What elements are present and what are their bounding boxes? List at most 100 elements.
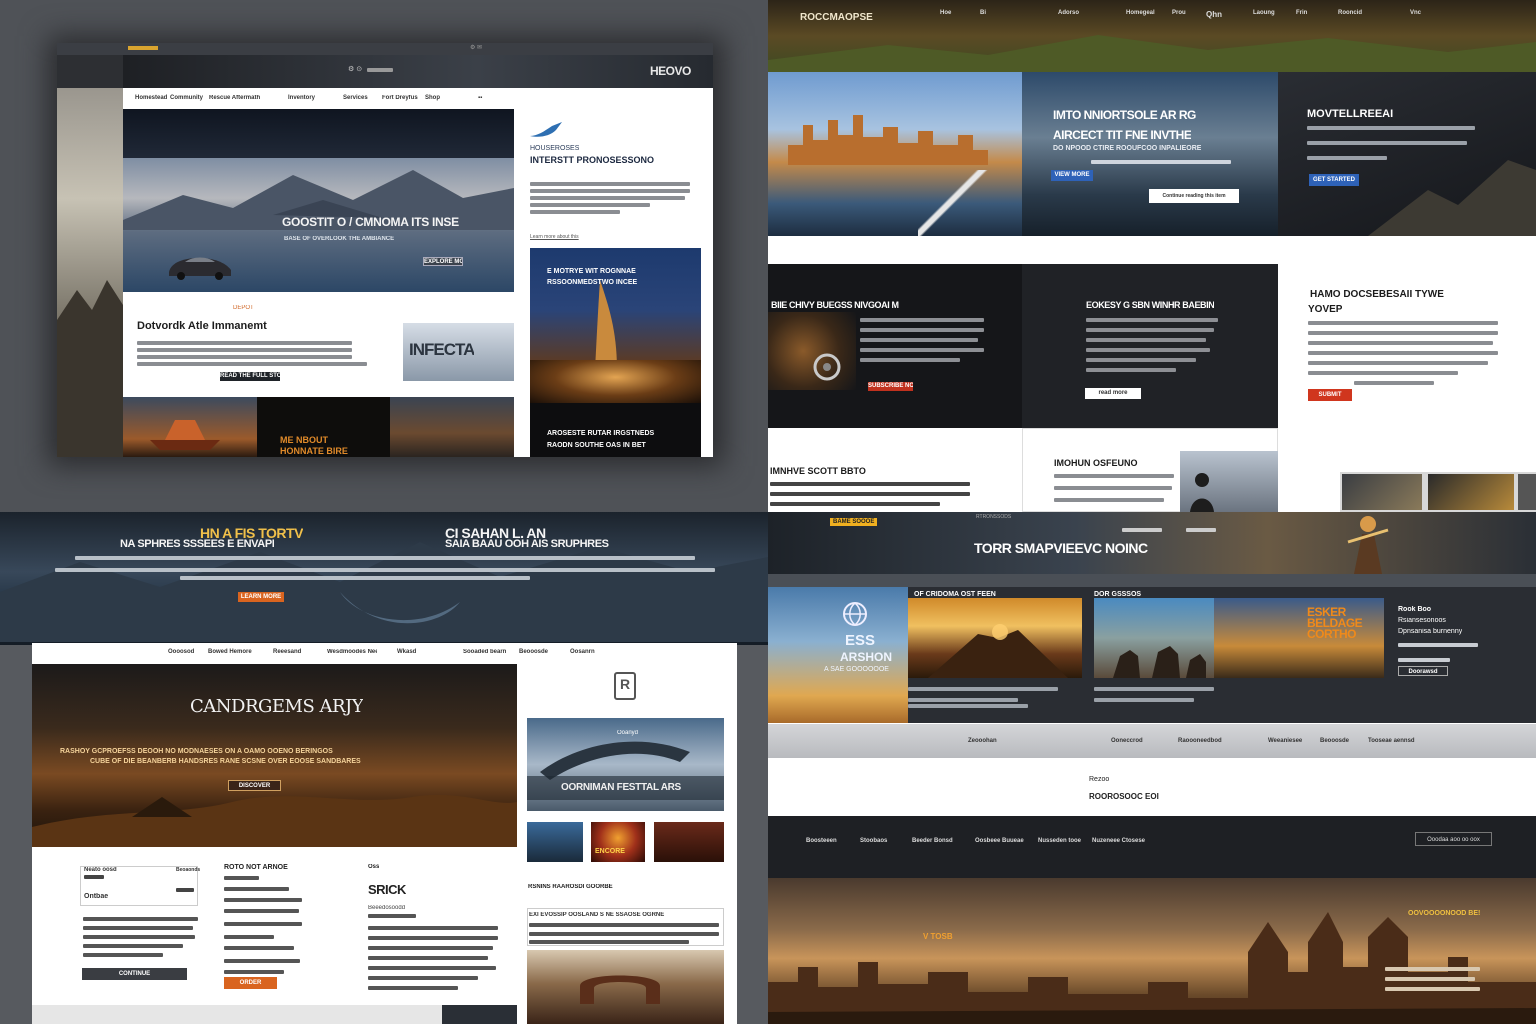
col1-line (176, 888, 194, 892)
nav-item[interactable]: Laoung (1253, 10, 1275, 16)
nav-item[interactable]: Community (170, 95, 203, 101)
nav-item[interactable]: Oooosod (168, 649, 194, 655)
city-lights (530, 360, 701, 403)
strip-thumb[interactable] (1342, 474, 1422, 510)
col2-line (224, 970, 284, 974)
dark-nav-button[interactable]: Ooodaa aoo oo oox (1415, 832, 1492, 846)
side-card-text-2: RSSOONMEDSTWO INCEE (547, 279, 638, 286)
hero1-continue-button[interactable]: Continue reading this item (1149, 189, 1239, 203)
header-text-line (367, 68, 393, 72)
row3-mid-line (1054, 474, 1174, 478)
gray-nav-band (768, 724, 1536, 758)
nav-item[interactable]: Frin (1296, 10, 1307, 16)
thumb-warriors[interactable] (654, 822, 724, 862)
city-text-2: OOVOOOONOOD BE! (1408, 910, 1481, 917)
banner-learn-button[interactable]: LEARN MORE (238, 592, 284, 602)
row2-mid-line (1086, 338, 1206, 342)
brand-logo[interactable]: HEOVO (650, 64, 691, 78)
nav-item[interactable]: Hoe (940, 10, 951, 16)
main-discover-button[interactable]: DISCOVER (228, 780, 281, 791)
dark-nav-item[interactable]: Oosbeee Buueae (975, 838, 1024, 844)
nav-item[interactable]: Beooosde (519, 649, 548, 655)
nav-item[interactable]: Vnc (1410, 10, 1421, 16)
dark-nav-item[interactable]: Nuzeneee Ctosese (1092, 838, 1145, 844)
badge[interactable]: BAME SOOOE (830, 518, 878, 526)
row2-mid-read-button[interactable]: read more (1085, 388, 1141, 399)
topbar-icons[interactable]: ⚙ ✉ (470, 44, 482, 51)
side-text-1: Rook Boo (1398, 606, 1432, 613)
nav-item[interactable]: Bi (980, 10, 986, 16)
dark-nav-item[interactable]: Beeder Bonsd (912, 838, 953, 844)
hero2-text-line (1307, 141, 1467, 145)
row3-mid-line (1054, 498, 1164, 502)
strip-thumb[interactable] (1518, 474, 1536, 510)
nav-item[interactable]: Adorso (1058, 10, 1079, 16)
browser-tab[interactable] (128, 46, 158, 50)
card2-title: DOR GSSSOS (1094, 591, 1142, 598)
nav-item[interactable]: Reeesand (273, 649, 301, 655)
dark-nav-item[interactable]: Stoobaos (860, 838, 887, 844)
gray-nav-item[interactable]: Tooseae aennsd (1368, 738, 1415, 744)
side-line (1398, 658, 1450, 662)
nav-item[interactable]: Bowed Hemore (208, 649, 252, 655)
col2-line (224, 909, 299, 913)
col2-order-button[interactable]: ORDER (224, 977, 277, 989)
thumb-soldier[interactable] (527, 822, 583, 862)
nav-item[interactable]: Shop (425, 95, 440, 101)
hero1-view-button[interactable]: VIEW MORE (1051, 170, 1093, 181)
nav-item[interactable]: Prou (1172, 10, 1186, 16)
section-read-button[interactable]: READ THE FULL STORY (220, 372, 280, 381)
nav-item[interactable]: Sooaded bearn (463, 649, 511, 655)
main-desc-2: CUBE OF DIE BEANBERB HANDSRES RANE SCSNE… (90, 758, 361, 765)
row2-mid-line (1086, 328, 1214, 332)
card1-line (908, 704, 1028, 708)
dark-nav-item[interactable]: Nusseden tooe (1038, 838, 1081, 844)
thumb-boat[interactable] (390, 397, 514, 457)
col2-line (224, 935, 274, 939)
nav-item[interactable]: Homegeal (1126, 10, 1155, 16)
nav-item[interactable]: Wkasd (397, 649, 416, 655)
city-text-line (1385, 987, 1480, 991)
row2-left-line (860, 348, 984, 352)
hero2-start-button[interactable]: GET STARTED (1309, 174, 1359, 186)
col3-line (368, 986, 458, 990)
nav-item[interactable]: Qhn (1206, 10, 1222, 19)
row3-left-line (770, 482, 970, 486)
section-text-line (137, 348, 352, 352)
row2-left-subscribe-button[interactable]: SUBSCRIBE NOW (868, 382, 913, 391)
coast-image (1022, 72, 1278, 236)
side-button[interactable]: Doorawsd (1398, 666, 1448, 676)
hero-title-left-2: NA SPHRES SSSEES E ENVAPI (120, 538, 275, 550)
gray-nav-item[interactable]: Raoooneedbod (1178, 738, 1222, 744)
gray-nav-item[interactable]: Zeooohan (968, 738, 997, 744)
globe-logo-icon (843, 602, 867, 626)
banner-mountains (0, 542, 768, 642)
row2-right-submit-button[interactable]: SUBMIT (1308, 389, 1352, 401)
hero-text-line (1122, 528, 1162, 532)
gray-nav-item[interactable]: Beooosde (1320, 738, 1349, 744)
strip-thumb[interactable] (1428, 474, 1514, 510)
hero2-text-line (1307, 126, 1475, 130)
nav-item[interactable]: Services (343, 95, 368, 101)
sidebar-text-line (530, 189, 690, 193)
gray-nav-item[interactable]: Weeaniesee (1268, 738, 1302, 744)
brand-logo[interactable]: ROCCMAOPSE (800, 12, 873, 23)
nav-item[interactable]: Rooncid (1338, 10, 1362, 16)
col3-line (368, 926, 498, 930)
nav-item[interactable]: Fort Dreyfuss Sequels (382, 95, 418, 101)
gray-nav-item[interactable]: Ooneccrod (1111, 738, 1143, 744)
nav-item[interactable]: Wesdmoodes Neeeeonaa (327, 649, 377, 655)
nav-item[interactable]: Inventory (288, 95, 315, 101)
hero-explore-button[interactable]: EXPLORE MORE (423, 257, 463, 266)
nav-item[interactable]: Rescue Aftermath (209, 95, 279, 101)
dark-nav-item[interactable]: Boosteeen (806, 838, 837, 844)
side-text-2: Rsiansesonoos (1398, 617, 1446, 624)
thumb-volcano[interactable] (591, 822, 645, 862)
col3-line (368, 956, 488, 960)
col1-continue-button[interactable]: CONTINUE (82, 968, 187, 980)
sidebar-link[interactable]: Learn more about this (530, 234, 579, 240)
nav-item[interactable]: Oosanrn (570, 649, 595, 655)
header-icon-group[interactable]: ⚙ ⊙ (348, 65, 362, 73)
nav-item-more[interactable]: ▪▪ (478, 95, 482, 101)
nav-item[interactable]: Homestead (135, 95, 167, 101)
